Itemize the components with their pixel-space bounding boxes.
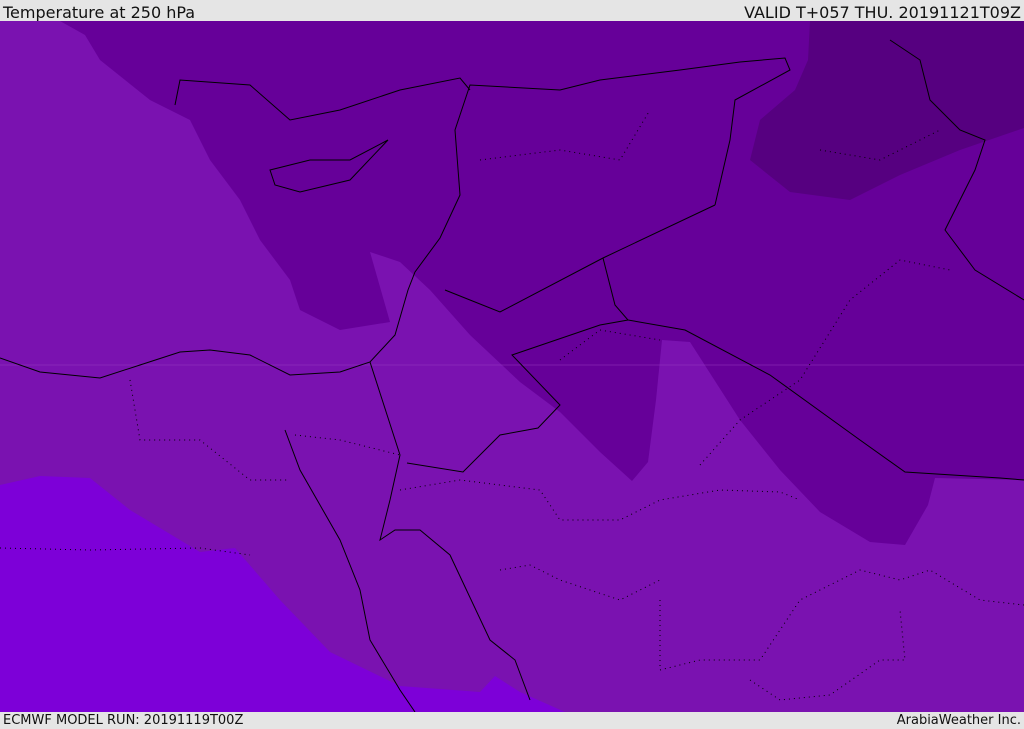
map-title: Temperature at 250 hPa [3,3,196,22]
valid-time: VALID T+057 THU. 20191121T09Z [744,3,1021,22]
footer-bar: ECMWF MODEL RUN: 20191119T00Z ArabiaWeat… [0,712,1024,729]
header-bar: Temperature at 250 hPa VALID T+057 THU. … [0,0,1024,22]
temperature-map [0,21,1024,712]
credit: ArabiaWeather Inc. [896,713,1021,728]
model-run: ECMWF MODEL RUN: 20191119T00Z [3,713,244,728]
